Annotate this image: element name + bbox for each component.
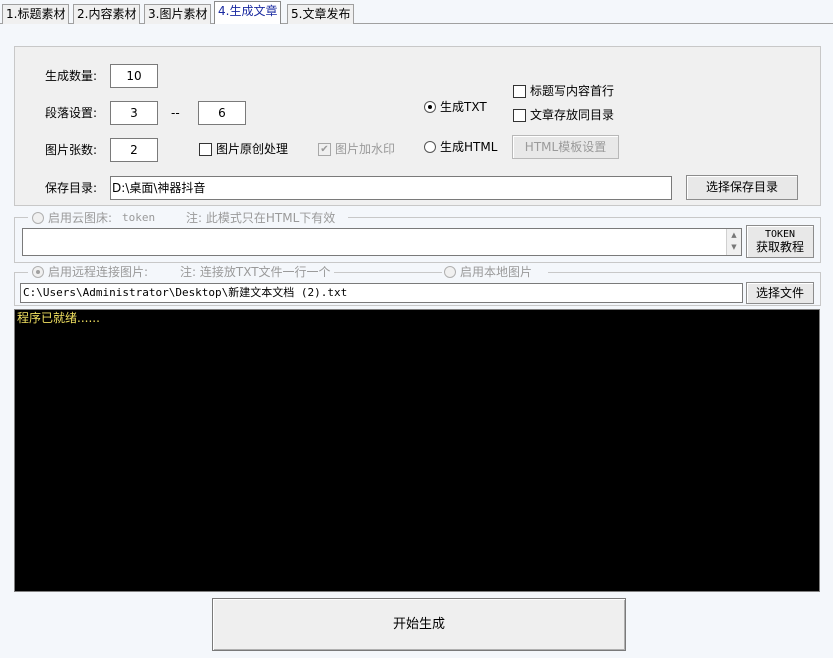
watermark-label: 图片加水印 xyxy=(335,142,396,156)
gen-txt-label: 生成TXT xyxy=(440,100,487,114)
cloud-radio[interactable] xyxy=(32,212,44,224)
title-first-line-label: 标题写内容首行 xyxy=(530,84,615,98)
choose-file-button[interactable]: 选择文件 xyxy=(746,282,814,304)
gen-html-label: 生成HTML xyxy=(440,140,498,154)
cloud-note: 注: 此模式只在HTML下有效 xyxy=(186,211,336,225)
token-tutorial-button[interactable]: TOKEN 获取教程 xyxy=(746,225,814,258)
gen-html-radio[interactable] xyxy=(424,141,436,153)
images-count-input[interactable]: 2 xyxy=(110,138,158,162)
save-dir-input[interactable]: D:\桌面\神器抖音 xyxy=(110,176,672,200)
remote-images-radio[interactable] xyxy=(32,266,44,278)
local-images-radio[interactable] xyxy=(444,266,456,278)
paragraph-separator: -- xyxy=(171,106,180,120)
same-dir-checkbox[interactable] xyxy=(513,109,526,122)
cloud-radio-label: 启用云图床: xyxy=(48,211,113,225)
remote-note: 注: 连接放TXT文件一行一个 xyxy=(180,265,331,279)
tab-content-material[interactable]: 2.内容素材 xyxy=(73,4,141,24)
console-status-text: 程序已就绪...... xyxy=(17,311,100,325)
html-template-button[interactable]: HTML模板设置 xyxy=(512,135,619,159)
start-generate-button[interactable]: 开始生成 xyxy=(212,598,626,651)
paragraph-max-input[interactable]: 6 xyxy=(198,101,246,125)
remote-file-path-input[interactable]: C:\Users\Administrator\Desktop\新建文本文档 (2… xyxy=(20,283,743,303)
cloud-token-label: token xyxy=(122,211,156,224)
token-input[interactable] xyxy=(22,228,742,256)
original-image-label: 图片原创处理 xyxy=(216,142,289,156)
tab-image-material[interactable]: 3.图片素材 xyxy=(144,4,212,24)
save-dir-label: 保存目录: xyxy=(45,181,98,195)
paragraph-min-input[interactable]: 3 xyxy=(110,101,158,125)
same-dir-label: 文章存放同目录 xyxy=(530,108,615,122)
original-image-checkbox[interactable] xyxy=(199,143,212,156)
token-button-line1: TOKEN xyxy=(764,229,796,240)
paragraph-label: 段落设置: xyxy=(45,106,98,120)
images-label: 图片张数: xyxy=(45,143,98,157)
tab-title-material[interactable]: 1.标题素材 xyxy=(2,4,70,24)
watermark-checkbox[interactable]: ✔ xyxy=(318,143,331,156)
token-scrollbar[interactable]: ▲ ▼ xyxy=(726,229,741,255)
local-images-label: 启用本地图片 xyxy=(460,265,533,279)
remote-header-divider xyxy=(334,272,442,273)
tab-publish-article[interactable]: 5.文章发布 xyxy=(287,4,355,24)
count-input[interactable]: 10 xyxy=(110,64,158,88)
remote-images-label: 启用远程连接图片: xyxy=(48,265,149,279)
log-console: 程序已就绪...... xyxy=(14,309,820,592)
tab-generate-article[interactable]: 4.生成文章 xyxy=(214,1,282,24)
choose-save-dir-button[interactable]: 选择保存目录 xyxy=(686,175,798,200)
gen-txt-radio[interactable] xyxy=(424,101,436,113)
scroll-up-icon[interactable]: ▲ xyxy=(727,229,741,241)
token-button-line2: 获取教程 xyxy=(755,240,804,254)
title-first-line-checkbox[interactable] xyxy=(513,85,526,98)
count-label: 生成数量: xyxy=(45,69,98,83)
scroll-down-icon[interactable]: ▼ xyxy=(727,241,741,253)
